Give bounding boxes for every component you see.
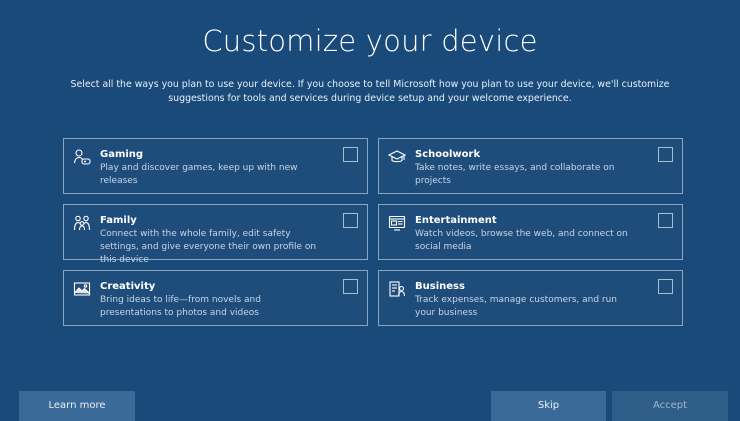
creativity-checkbox[interactable] <box>343 279 358 294</box>
option-description: Play and discover games, keep up with ne… <box>100 163 298 186</box>
option-card-creativity[interactable]: Creativity Bring ideas to life—from nove… <box>63 270 368 326</box>
option-card-family[interactable]: Family Connect with the whole family, ed… <box>63 204 368 265</box>
schoolwork-checkbox[interactable] <box>658 147 673 162</box>
option-text: Entertainment Watch videos, browse the w… <box>415 214 635 254</box>
option-text: Family Connect with the whole family, ed… <box>100 214 320 267</box>
gaming-checkbox[interactable] <box>343 147 358 162</box>
option-card-gaming[interactable]: Gaming Play and discover games, keep up … <box>63 138 368 194</box>
family-checkbox[interactable] <box>343 213 358 228</box>
option-name: Business <box>415 281 465 292</box>
option-name: Schoolwork <box>415 149 481 160</box>
option-text: Business Track expenses, manage customer… <box>415 280 635 320</box>
option-name: Entertainment <box>415 215 497 226</box>
learn-more-button[interactable]: Learn more <box>19 391 135 421</box>
option-description: Watch videos, browse the web, and connec… <box>415 229 628 252</box>
option-description: Take notes, write essays, and collaborat… <box>415 163 615 186</box>
option-card-business[interactable]: Business Track expenses, manage customer… <box>378 270 683 326</box>
page-title: Customize your device <box>202 24 538 58</box>
picture-icon <box>73 280 91 298</box>
entertainment-checkbox[interactable] <box>658 213 673 228</box>
skip-button[interactable]: Skip <box>491 391 606 421</box>
option-description: Track expenses, manage customers, and ru… <box>415 295 618 318</box>
option-text: Schoolwork Take notes, write essays, and… <box>415 148 635 188</box>
option-text: Creativity Bring ideas to life—from nove… <box>100 280 320 320</box>
option-name: Gaming <box>100 149 144 160</box>
option-description: Connect with the whole family, edit safe… <box>100 229 317 265</box>
option-text: Gaming Play and discover games, keep up … <box>100 148 320 188</box>
entertainment-icon <box>388 214 406 232</box>
gaming-icon <box>73 148 91 166</box>
option-name: Creativity <box>100 281 156 292</box>
option-card-schoolwork[interactable]: Schoolwork Take notes, write essays, and… <box>378 138 683 194</box>
options-grid: Gaming Play and discover games, keep up … <box>63 138 684 328</box>
option-description: Bring ideas to life—from novels and pres… <box>100 295 261 318</box>
option-card-entertainment[interactable]: Entertainment Watch videos, browse the w… <box>378 204 683 260</box>
accept-button[interactable]: Accept <box>612 391 728 421</box>
business-icon <box>388 280 406 298</box>
family-icon <box>73 214 91 232</box>
business-checkbox[interactable] <box>658 279 673 294</box>
page-subtitle: Select all the ways you plan to use your… <box>70 79 670 104</box>
graduation-cap-icon <box>388 148 406 166</box>
option-name: Family <box>100 215 137 226</box>
